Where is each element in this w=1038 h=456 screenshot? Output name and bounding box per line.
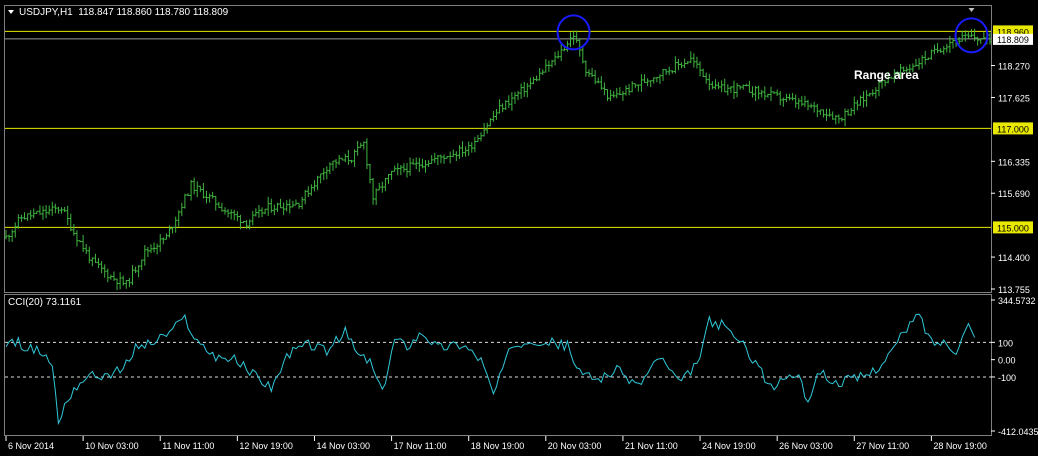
x-tick-label: 6 Nov 2014 [8,441,54,451]
x-tick-label: 20 Nov 03:00 [548,441,602,451]
x-tick-label: 27 Nov 11:00 [856,441,909,451]
time-axis: 6 Nov 2014 10 Nov 03:00 11 Nov 11:00 12 Nov… [5,436,987,451]
cci-tick-label: 0.00 [998,356,1016,366]
y-tick-label: 116.335 [998,157,1030,167]
cci-tick-label: -100 [998,373,1016,383]
x-tick-label: 17 Nov 11:00 [394,441,447,451]
y-tick-label: 117.625 [998,93,1030,103]
level-price-label: 117.000 [997,124,1029,134]
y-tick-label: 115.690 [998,189,1030,199]
cci-tick-label: -412.0435 [998,427,1038,437]
x-tick-label: 18 Nov 19:00 [471,441,525,451]
y-tick-label: 118.270 [998,62,1030,72]
main-chart-frame [4,5,992,293]
cci-tick-label: 344.5732 [998,296,1036,306]
level-price-label: 115.000 [997,223,1029,233]
x-tick-label: 14 Nov 03:00 [316,441,370,451]
x-tick-label: 11 Nov 11:00 [162,441,214,451]
chart-canvas: 118.270 117.625 116.335 115.690 114.400 113.7… [4,5,1038,451]
cci-tick-label: 100 [998,338,1013,348]
x-tick-label: 10 Nov 03:00 [85,441,139,451]
y-tick-label: 113.755 [998,285,1030,295]
current-price-label: 118.809 [997,35,1029,45]
x-tick-label: 28 Nov 19:00 [933,441,987,451]
y-tick-label: 114.400 [998,253,1030,263]
cci-axis: 344.5732 100 0.00 -100 -412.0435 [991,296,1038,437]
range-area-label: Range area [854,68,919,82]
x-tick-label: 12 Nov 19:00 [239,441,293,451]
symbol-header: USDJPY,H1 118.847 118.860 118.780 118.80… [19,7,229,18]
x-tick-label: 26 Nov 03:00 [779,441,833,451]
x-tick-label: 24 Nov 19:00 [702,441,756,451]
cci-header: CCI(20) 73.1161 [8,297,82,308]
price-axis: 118.270 117.625 116.335 115.690 114.400 113.7… [991,25,1033,295]
indicator-frame [4,294,992,436]
x-tick-label: 21 Nov 11:00 [625,441,678,451]
